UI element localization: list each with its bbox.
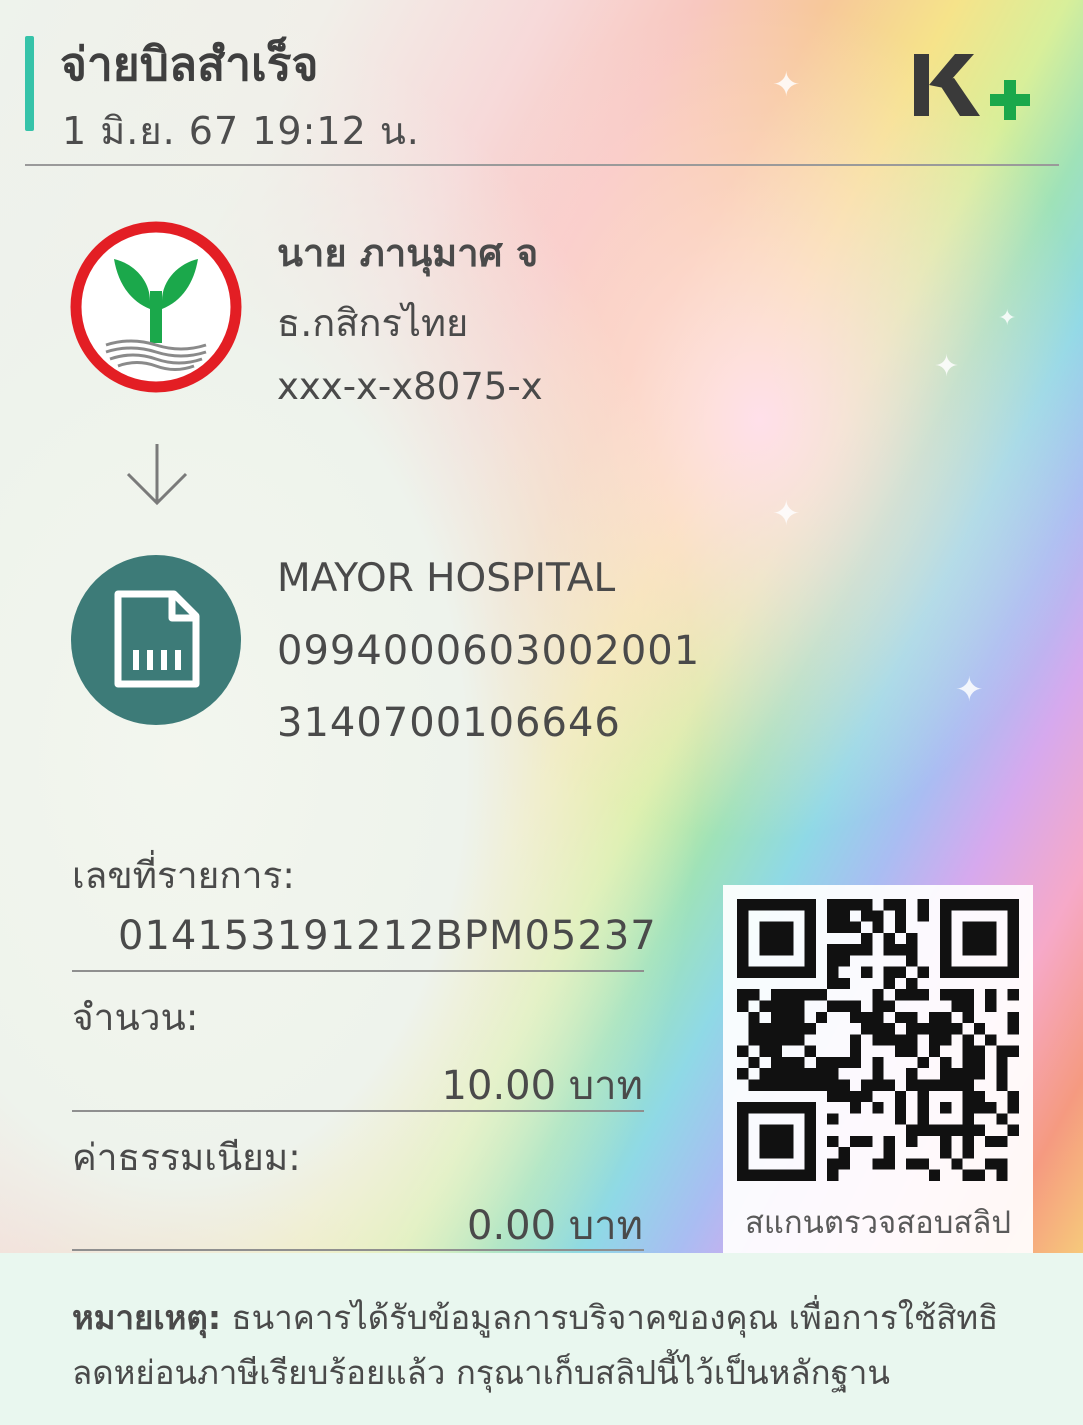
kplus-logo <box>914 54 1030 120</box>
transaction-id-value: 014153191212BPM05237 <box>118 913 657 959</box>
payer-name: นาย ภานุมาศ จ <box>277 231 539 275</box>
fee-label: ค่าธรรมเนียม: <box>72 1136 301 1179</box>
note-text: หมายเหตุ: ธนาคารได้รับข้อมูลการบริจาคของ… <box>72 1290 1032 1400</box>
sparkle-icon: ✦ <box>934 349 960 384</box>
sparkle-icon: ✦ <box>772 65 801 105</box>
sparkle-icon: ✦ <box>955 670 984 710</box>
sparkle-icon: ✦ <box>772 494 801 534</box>
transaction-id-label: เลขที่รายการ: <box>72 854 295 897</box>
amount-label: จำนวน: <box>72 996 199 1039</box>
sparkle-icon: ✦ <box>998 306 1017 331</box>
qr-caption: สแกนตรวจสอบสลิป <box>744 1205 1012 1241</box>
divider <box>72 970 644 972</box>
arrow-down-icon <box>126 444 188 506</box>
qr-verify-card[interactable]: สแกนตรวจสอบสลิป <box>723 885 1033 1255</box>
divider <box>72 1110 644 1112</box>
payer-bank: ธ.กสิกรไทย <box>277 301 469 345</box>
payer-account-number: xxx-x-x8075-x <box>277 365 543 408</box>
amount-value: 10.00 บาท <box>441 1063 643 1109</box>
title-accent-bar <box>25 36 34 131</box>
note-label: หมายเหตุ: <box>72 1298 222 1337</box>
header-divider <box>25 164 1059 166</box>
fee-value: 0.00 บาท <box>467 1203 643 1249</box>
kasikorn-bank-logo <box>70 221 242 393</box>
biller-reference-2: 3140700106646 <box>277 700 621 746</box>
divider <box>72 1249 644 1251</box>
verification-qr-code[interactable] <box>737 899 1019 1181</box>
transaction-datetime: 1 มิ.ย. 67 19:12 น. <box>62 109 420 153</box>
bill-document-icon <box>71 555 241 725</box>
biller-reference-1: 099400060300200​1 <box>277 628 701 674</box>
biller-name: MAYOR HOSPITAL <box>277 556 616 601</box>
page-title: จ่ายบิลสำเร็จ <box>60 37 319 91</box>
